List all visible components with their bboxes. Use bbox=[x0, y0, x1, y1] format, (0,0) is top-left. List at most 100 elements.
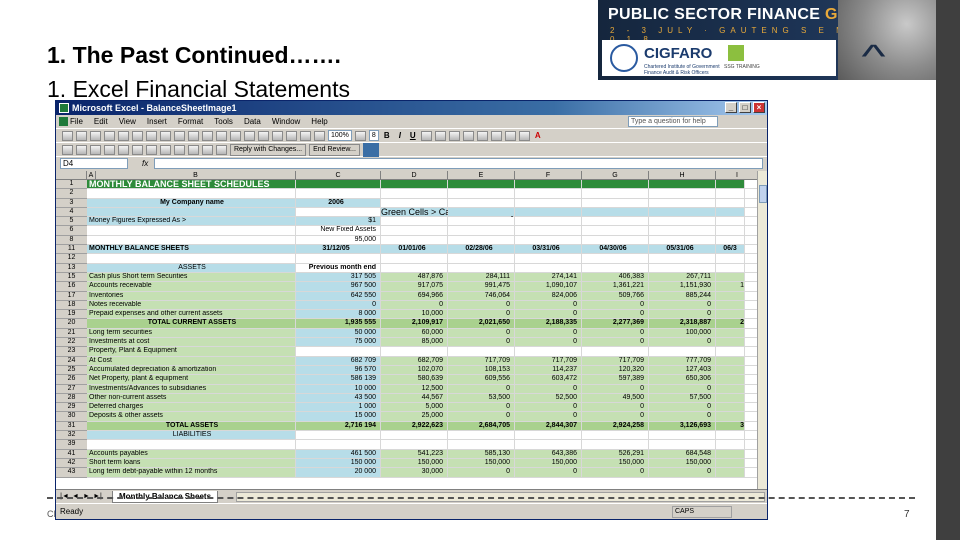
cell[interactable] bbox=[448, 347, 515, 356]
cell[interactable] bbox=[716, 180, 745, 189]
font-color-icon[interactable]: A bbox=[533, 131, 543, 140]
cell[interactable] bbox=[649, 217, 716, 226]
cell[interactable] bbox=[381, 226, 448, 235]
col-header-i[interactable]: I bbox=[716, 171, 759, 179]
cell[interactable]: 746,064 bbox=[448, 291, 515, 300]
cell[interactable] bbox=[649, 207, 716, 217]
row-header[interactable]: 17 bbox=[56, 291, 87, 301]
cell[interactable]: Money Figures Expressed As > bbox=[87, 217, 296, 226]
cell[interactable] bbox=[649, 431, 716, 440]
cell[interactable] bbox=[716, 235, 745, 245]
cell[interactable] bbox=[716, 449, 745, 458]
underline-icon[interactable]: U bbox=[408, 131, 418, 140]
cell[interactable] bbox=[716, 338, 745, 347]
percent-icon[interactable] bbox=[490, 130, 502, 141]
row-header[interactable]: 21 bbox=[56, 328, 87, 339]
cell[interactable]: 609,556 bbox=[448, 375, 515, 384]
cell[interactable]: 2,109,917 bbox=[381, 319, 448, 328]
cell[interactable] bbox=[448, 189, 515, 198]
cell[interactable]: 12,500 bbox=[381, 384, 448, 393]
new-icon[interactable] bbox=[62, 130, 73, 141]
cell[interactable]: 0 bbox=[381, 300, 448, 310]
cell[interactable]: 2,021,650 bbox=[448, 319, 515, 328]
cell[interactable]: 30,000 bbox=[381, 468, 448, 477]
cell[interactable] bbox=[448, 198, 515, 207]
col-header-f[interactable]: F bbox=[515, 171, 582, 179]
cell[interactable]: Previous month end bbox=[296, 263, 381, 272]
cell[interactable]: 0 bbox=[649, 468, 716, 477]
cell[interactable]: 5,000 bbox=[381, 403, 448, 412]
cell[interactable]: Other non-current assets bbox=[87, 393, 296, 403]
row-header[interactable]: 18 bbox=[56, 300, 87, 311]
cell[interactable]: 0 bbox=[515, 310, 582, 319]
bold-icon[interactable]: B bbox=[382, 131, 392, 140]
cell[interactable]: 824,006 bbox=[515, 291, 582, 300]
cell[interactable]: 0 bbox=[649, 403, 716, 412]
permission-icon[interactable] bbox=[104, 130, 115, 141]
drawing-icon[interactable] bbox=[314, 130, 325, 141]
cell[interactable] bbox=[448, 440, 515, 449]
cell[interactable] bbox=[649, 347, 716, 356]
review-icon-2[interactable] bbox=[76, 144, 87, 155]
cell[interactable]: 597,389 bbox=[582, 375, 649, 384]
cell[interactable] bbox=[296, 254, 381, 263]
undo-icon[interactable] bbox=[216, 130, 227, 141]
cell[interactable]: 02/28/06 bbox=[448, 245, 515, 254]
row-header[interactable]: 20 bbox=[56, 319, 87, 329]
cell[interactable]: 0 bbox=[448, 384, 515, 393]
cell[interactable]: 0 bbox=[515, 384, 582, 393]
cell[interactable]: At Cost bbox=[87, 356, 296, 365]
zoom-select[interactable]: 100% bbox=[328, 130, 352, 141]
cell[interactable]: 0 bbox=[448, 468, 515, 477]
cell[interactable]: 2,684,705 bbox=[448, 421, 515, 431]
cell[interactable]: 114,237 bbox=[515, 365, 582, 375]
cell[interactable]: 643,386 bbox=[515, 449, 582, 458]
cell[interactable] bbox=[448, 254, 515, 263]
cell[interactable]: 526,291 bbox=[582, 449, 649, 458]
cell[interactable] bbox=[716, 356, 745, 365]
cell[interactable] bbox=[448, 207, 515, 217]
cell[interactable]: 717,709 bbox=[515, 356, 582, 365]
cell[interactable]: 150,000 bbox=[515, 458, 582, 468]
review-icon-1[interactable] bbox=[62, 144, 73, 155]
cell[interactable] bbox=[716, 375, 745, 384]
row-header[interactable]: 28 bbox=[56, 393, 87, 404]
cell[interactable] bbox=[515, 189, 582, 198]
cell[interactable] bbox=[87, 235, 296, 245]
cell[interactable]: LIABILITIES bbox=[87, 431, 296, 440]
cell[interactable]: 0 bbox=[582, 384, 649, 393]
review-icon-9[interactable] bbox=[174, 144, 185, 155]
row-header[interactable]: 32 bbox=[56, 431, 87, 441]
cell[interactable]: 50 000 bbox=[296, 328, 381, 338]
cell[interactable]: Short term loans bbox=[87, 458, 296, 468]
cell[interactable]: 57,500 bbox=[649, 393, 716, 403]
cell[interactable]: 2,318,887 bbox=[649, 319, 716, 328]
cell[interactable] bbox=[716, 272, 745, 282]
cell[interactable]: 2,277,369 bbox=[582, 319, 649, 328]
cell[interactable]: 2,922,623 bbox=[381, 421, 448, 431]
cell[interactable]: 15 000 bbox=[296, 412, 381, 421]
cell[interactable] bbox=[582, 347, 649, 356]
cell[interactable] bbox=[582, 207, 649, 217]
cell[interactable]: 8 000 bbox=[296, 310, 381, 319]
autosum-icon[interactable] bbox=[258, 130, 269, 141]
review-icon-12[interactable] bbox=[216, 144, 227, 155]
row-header[interactable]: 6 bbox=[56, 226, 87, 236]
font-size-select[interactable]: 8 bbox=[368, 130, 379, 141]
cell[interactable]: 06/3 bbox=[716, 245, 745, 254]
cell[interactable]: 3,126,693 bbox=[649, 421, 716, 431]
chart-wizard-icon[interactable] bbox=[300, 130, 311, 141]
cell[interactable]: 1 bbox=[716, 282, 745, 291]
cell[interactable] bbox=[649, 189, 716, 198]
cell[interactable] bbox=[716, 291, 745, 300]
menu-edit[interactable]: Edit bbox=[94, 117, 108, 126]
cell[interactable]: 3 bbox=[716, 421, 745, 431]
cell[interactable]: Long term securities bbox=[87, 328, 296, 338]
cell[interactable]: 10,000 bbox=[381, 310, 448, 319]
cell[interactable]: 2 bbox=[716, 319, 745, 328]
menu-window[interactable]: Window bbox=[272, 117, 300, 126]
align-left-icon[interactable] bbox=[420, 130, 432, 141]
cell[interactable]: 650,306 bbox=[649, 375, 716, 384]
cell[interactable]: 580,639 bbox=[381, 375, 448, 384]
cell[interactable] bbox=[716, 300, 745, 310]
